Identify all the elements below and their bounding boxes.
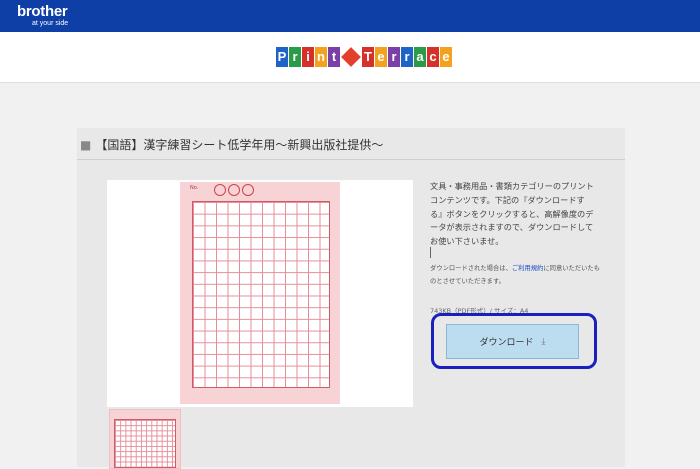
brother-logo[interactable]: brother <box>17 4 68 19</box>
terms-note: ダウンロードされた場合は、ご利用規約に同意いただいたものとさせていただきます。 <box>430 262 600 288</box>
worksheet-preview-image: No. <box>180 182 340 404</box>
print-terrace-logo[interactable]: PrintTerrace <box>276 46 453 68</box>
logo-letter: t <box>328 47 340 67</box>
worksheet-footer <box>192 392 330 400</box>
mascot-icons <box>214 184 256 196</box>
page-title-text: 【国語】漢字練習シート低学年用～新興出版社提供～ <box>95 138 384 152</box>
top-bar: brother at your side <box>0 0 700 32</box>
page-title: ■ 【国語】漢字練習シート低学年用～新興出版社提供～ <box>80 136 383 153</box>
worksheet-header: No. <box>180 182 340 198</box>
title-bullet-icon: ■ <box>80 138 92 152</box>
logo-letter: r <box>388 47 400 67</box>
text-caret <box>430 247 431 258</box>
download-tray-icon: ⤓ <box>541 336 546 347</box>
mascot-icon <box>228 184 240 196</box>
brand-tagline: at your side <box>32 20 69 27</box>
thumbnail-grid <box>114 419 176 468</box>
logo-letter: T <box>362 47 374 67</box>
logo-bar: PrintTerrace <box>0 32 700 83</box>
logo-letter: P <box>276 47 288 67</box>
mascot-icon <box>242 184 254 196</box>
terms-link[interactable]: ご利用規約 <box>512 265 543 272</box>
logo-letter: r <box>289 47 301 67</box>
thumbnail-image[interactable] <box>109 409 181 469</box>
logo-letter: c <box>427 47 439 67</box>
download-button[interactable]: ダウンロード ⤓ <box>446 324 579 359</box>
logo-letter: a <box>414 47 426 67</box>
mascot-icon <box>214 184 226 196</box>
logo-letter: e <box>375 47 387 67</box>
logo-diamond-icon <box>341 47 361 67</box>
title-divider <box>77 159 625 160</box>
logo-letter: n <box>315 47 327 67</box>
writing-grid <box>192 201 330 388</box>
worksheet-number-label: No. <box>190 185 199 191</box>
terms-note-prefix: ダウンロードされた場合は、 <box>430 265 512 272</box>
logo-letter: r <box>401 47 413 67</box>
description-text: 文具・事務用品・書類カテゴリーのプリントコンテンツです。下記の『ダウンロードする… <box>430 181 594 247</box>
download-button-label: ダウンロード <box>479 338 534 348</box>
logo-letter: i <box>302 47 314 67</box>
logo-letter: e <box>440 47 452 67</box>
